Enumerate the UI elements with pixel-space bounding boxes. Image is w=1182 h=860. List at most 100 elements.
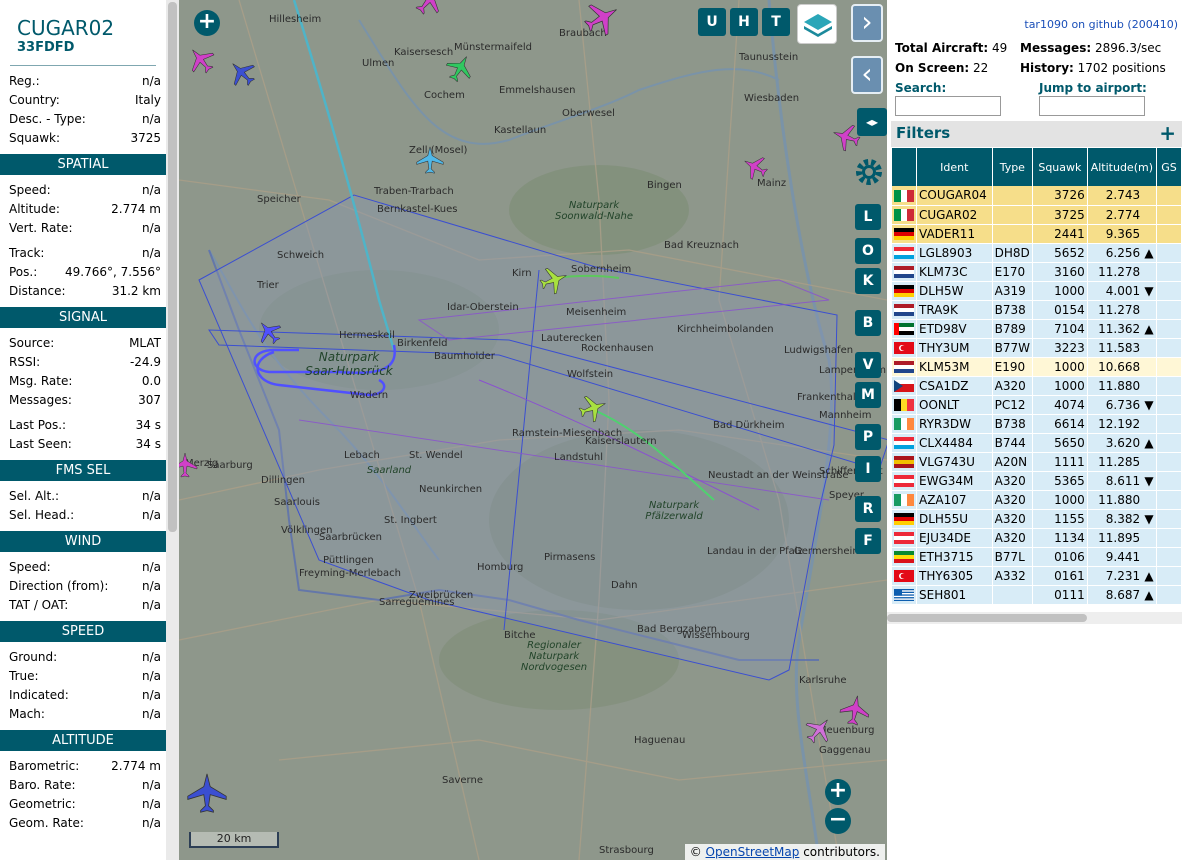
table-row[interactable]: ETH3715 B77L 0106 9.441 (892, 547, 1182, 567)
altitude-value: 3.620 (1105, 435, 1141, 450)
gs-column-header[interactable]: GS (1156, 148, 1182, 186)
altitude-value: 8.687 (1105, 587, 1141, 602)
zoom-out-button[interactable]: − (825, 808, 851, 834)
map-toggle-o[interactable]: O (855, 238, 881, 264)
altitude-value: 9.441 (1105, 549, 1141, 564)
github-link[interactable]: tar1090 on github (200410) (1024, 18, 1178, 31)
fullscreen-plus-button[interactable]: + (194, 10, 220, 36)
table-row[interactable]: VADER11 2441 9.365 (892, 224, 1182, 244)
section-header-speed: SPEED (0, 621, 166, 642)
map-toggle-m[interactable]: M (855, 382, 881, 408)
aircraft-icon[interactable] (799, 710, 839, 750)
search-input[interactable] (895, 96, 1001, 116)
table-row[interactable]: THY3UM B77W 3223 11.583 (892, 338, 1182, 358)
info-label: Altitude: (9, 202, 60, 216)
aircraft-icon[interactable] (738, 150, 772, 184)
gs-cell (1156, 547, 1182, 567)
aircraft-icon[interactable] (251, 314, 287, 350)
map-toggle-l[interactable]: L (855, 204, 881, 230)
ident-cell: VADER11 (916, 224, 993, 244)
map-toggle-f[interactable]: F (855, 528, 881, 554)
table-row[interactable]: SEH801 0111 8.687 ▲ (892, 585, 1182, 605)
type-cell: B744 (992, 433, 1034, 453)
left-scrollbar[interactable] (166, 0, 179, 860)
table-row[interactable]: CSA1DZ A320 1000 11.880 (892, 376, 1182, 396)
filters-add-button[interactable]: + (1159, 121, 1176, 145)
table-row[interactable]: OONLT PC12 4074 6.736 ▼ (892, 395, 1182, 415)
info-row: Track: n/a (0, 244, 166, 263)
table-row[interactable]: CUGAR02 3725 2.774 (892, 205, 1182, 225)
settings-button[interactable] (852, 155, 886, 192)
aircraft-icon[interactable] (441, 49, 479, 87)
map-toggle-v[interactable]: V (855, 352, 881, 378)
table-row[interactable]: RYR3DW B738 6614 12.192 (892, 414, 1182, 434)
table-row[interactable]: COUGAR04 3726 2.743 (892, 186, 1182, 206)
jump-airport-input[interactable] (1039, 96, 1145, 116)
altitude-column-header[interactable]: Altitude(m) (1087, 148, 1157, 186)
map-toggle-r[interactable]: R (855, 496, 881, 522)
table-row[interactable]: KLM73C E170 3160 11.278 (892, 262, 1182, 282)
ident-column-header[interactable]: Ident (916, 148, 993, 186)
info-value: n/a (141, 560, 161, 574)
filters-bar[interactable]: Filters + (891, 121, 1182, 147)
layers-button[interactable] (797, 4, 837, 44)
info-row: Squawk: 3725 (0, 129, 166, 148)
map-button-t[interactable]: T (762, 8, 790, 36)
aircraft-icon[interactable] (837, 692, 873, 728)
table-row[interactable]: AZA107 A320 1000 11.880 (892, 490, 1182, 510)
altitude-value: 2.743 (1105, 188, 1141, 203)
aircraft-icon[interactable] (578, 0, 626, 42)
info-value: 34 s (135, 437, 161, 451)
info-value: n/a (141, 669, 161, 683)
map-toggle-b[interactable]: B (855, 310, 881, 336)
table-row[interactable]: KLM53M E190 1000 10.668 (892, 357, 1182, 377)
collapse-sidebar-button[interactable]: › (851, 4, 883, 42)
aircraft-layer[interactable] (179, 0, 887, 860)
map-toggle-p[interactable]: P (855, 424, 881, 450)
table-row[interactable]: THY6305 A332 0161 7.231 ▲ (892, 566, 1182, 586)
map-button-u[interactable]: U (698, 8, 726, 36)
table-row[interactable]: DLH55U A320 1155 8.382 ▼ (892, 509, 1182, 529)
selected-callsign: CUGAR02 (17, 16, 115, 40)
country-flag-icon (892, 566, 917, 586)
table-row[interactable]: TRA9K B738 0154 11.278 (892, 300, 1182, 320)
table-row[interactable]: DLH5W A319 1000 4.001 ▼ (892, 281, 1182, 301)
zoom-in-button[interactable]: + (825, 779, 851, 805)
scrollbar-thumb[interactable] (887, 614, 1087, 622)
altitude-cell: 11.583 (1087, 338, 1157, 358)
info-label: Distance: (9, 284, 66, 298)
altitude-cell: 9.441 (1087, 547, 1157, 567)
scrollbar-thumb[interactable] (168, 2, 177, 532)
aircraft-icon[interactable] (179, 452, 198, 478)
type-cell: A320 (992, 376, 1034, 396)
info-label: Last Seen: (9, 437, 72, 451)
map-toggle-i[interactable]: I (855, 456, 881, 482)
osm-link[interactable]: OpenStreetMap (706, 845, 800, 859)
trend-arrow-icon: ▲ (1144, 321, 1154, 336)
altitude-value: 12.192 (1098, 416, 1141, 431)
map[interactable]: Hillesheim Ulmen Kaisersesch Cochem Münsterm… (179, 0, 887, 860)
table-row[interactable]: EJU34DE A320 1134 11.895 (892, 528, 1182, 548)
aircraft-icon[interactable] (181, 40, 221, 80)
table-row[interactable]: EWG34M A320 5365 8.611 ▼ (892, 471, 1182, 491)
table-horizontal-scrollbar[interactable] (887, 612, 1182, 624)
type-column-header[interactable]: Type (992, 148, 1034, 186)
aircraft-icon-cugar02[interactable] (536, 262, 572, 298)
aircraft-icon[interactable] (222, 53, 262, 93)
aircraft-icon-cougar04[interactable] (575, 390, 611, 426)
table-row[interactable]: CLX4484 B744 5650 3.620 ▲ (892, 433, 1182, 453)
table-row[interactable]: LGL8903 DH8D 5652 6.256 ▲ (892, 243, 1182, 263)
aircraft-icon[interactable] (408, 0, 450, 21)
table-row[interactable]: ETD98V B789 7104 11.362 ▲ (892, 319, 1182, 339)
squawk-column-header[interactable]: Squawk (1032, 148, 1088, 186)
layers-icon (804, 14, 832, 37)
flag-column-header[interactable] (892, 148, 917, 186)
expand-sidebar-button[interactable]: ‹ (851, 56, 883, 94)
split-view-button[interactable]: ◂▸ (857, 108, 887, 136)
aircraft-icon[interactable] (187, 772, 227, 814)
map-button-h[interactable]: H (730, 8, 758, 36)
map-toggle-k[interactable]: K (855, 268, 881, 294)
history: History: 1702 positions (1020, 61, 1166, 75)
table-row[interactable]: VLG743U A20N 1111 11.285 (892, 452, 1182, 472)
aircraft-icon[interactable] (416, 146, 444, 174)
